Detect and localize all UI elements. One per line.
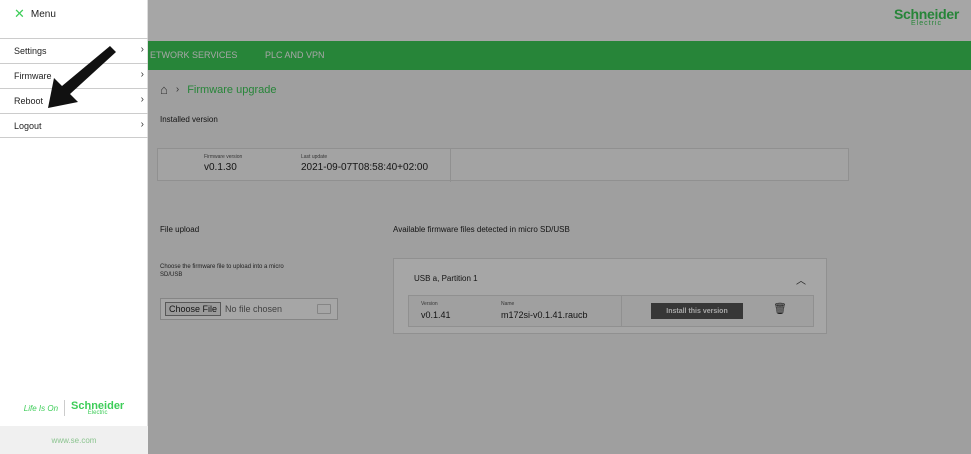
footer-link[interactable]: www.se.com: [0, 426, 148, 454]
side-logo: Life Is On Schneider Electric: [0, 393, 148, 423]
chevron-right-icon: ›: [140, 44, 144, 55]
close-icon[interactable]: ✕: [14, 6, 25, 22]
menu-item-label: Logout: [14, 120, 42, 131]
menu-item-label: Reboot: [14, 96, 44, 106]
menu-item-logout[interactable]: Logout ›: [0, 113, 148, 138]
chevron-right-icon: ›: [140, 69, 144, 80]
chevron-right-icon: ›: [140, 119, 144, 130]
pointer-arrow-icon: [48, 46, 116, 108]
menu-title: Menu: [30, 8, 56, 20]
life-is-on-text: Life Is On: [23, 403, 59, 413]
modal-overlay[interactable]: [148, 0, 971, 454]
chevron-right-icon: ›: [140, 94, 144, 105]
divider: [64, 400, 66, 416]
se-logo: Schneider Electric: [71, 400, 124, 416]
menu-header[interactable]: ✕ Menu: [14, 6, 56, 22]
